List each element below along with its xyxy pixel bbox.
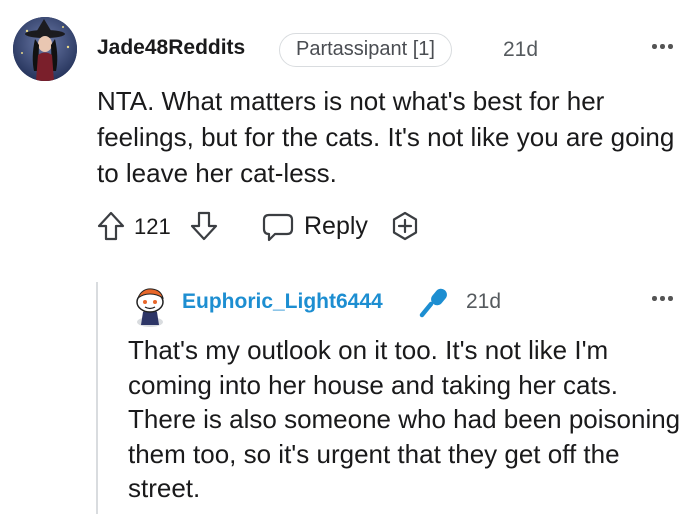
user-avatar[interactable] (13, 17, 77, 81)
upvote-arrow-icon[interactable] (96, 210, 126, 242)
reply-more-options-icon[interactable] (652, 296, 673, 301)
thread-line[interactable] (96, 282, 98, 514)
vote-score: 121 (134, 214, 171, 239)
reply-timestamp: 21d (466, 290, 502, 313)
downvote-arrow-icon[interactable] (189, 210, 219, 242)
speech-bubble-icon[interactable] (261, 211, 295, 243)
more-options-icon[interactable] (652, 44, 673, 49)
reply-body: That's my outlook on it too. It's not li… (128, 335, 681, 503)
microphone-icon (417, 285, 451, 319)
comment-username[interactable]: Jade48Reddits (97, 36, 245, 60)
award-plus-icon[interactable] (389, 210, 421, 242)
avatar-image (13, 17, 77, 81)
user-flair-badge: Partassipant [1] (279, 33, 452, 67)
reply-username[interactable]: Euphoric_Light6444 (182, 290, 383, 314)
reply-user-avatar[interactable] (132, 285, 168, 327)
reply-button[interactable]: Reply (304, 212, 368, 241)
snoo-avatar-image (136, 288, 164, 327)
comment-timestamp: 21d (503, 38, 539, 61)
comment-body: NTA. What matters is not what's best for… (97, 86, 675, 188)
